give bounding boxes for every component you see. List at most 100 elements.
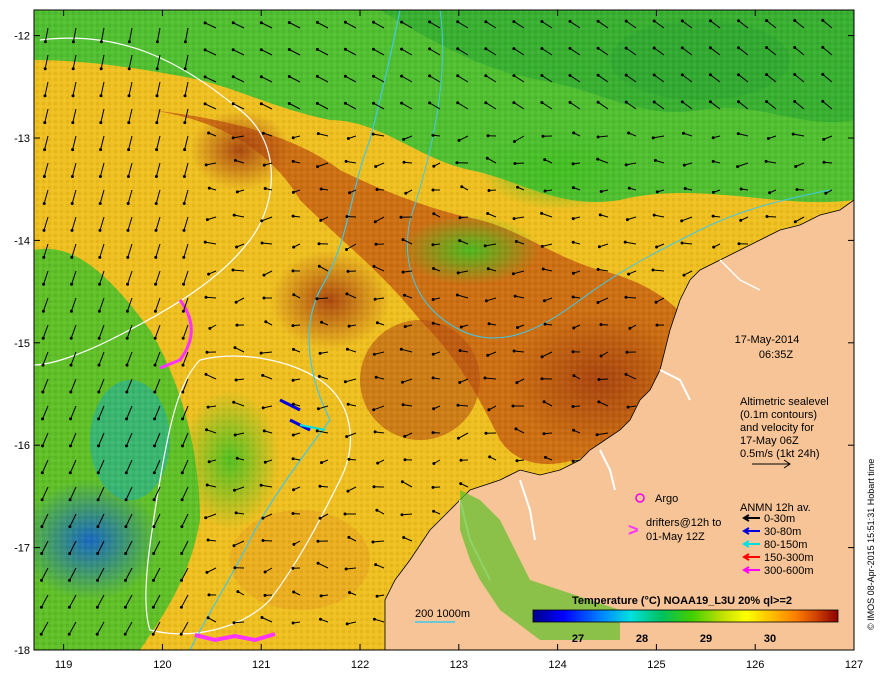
velocity-arrowhead bbox=[428, 47, 432, 51]
velocity-arrowhead bbox=[542, 400, 546, 404]
velocity-arrowhead bbox=[708, 19, 712, 23]
velocity-arrowhead bbox=[203, 75, 207, 79]
velocity-arrowhead bbox=[231, 136, 235, 140]
velocity-arrowhead bbox=[680, 219, 684, 223]
velocity-arrowhead bbox=[540, 74, 544, 77]
velocity-arrowhead bbox=[680, 46, 684, 50]
velocity-arrowhead bbox=[652, 100, 656, 104]
velocity-arrowhead bbox=[345, 215, 349, 218]
velocity-arrowhead bbox=[400, 47, 404, 51]
velocity-arrowhead bbox=[96, 498, 100, 502]
velocity-arrowhead bbox=[69, 390, 73, 394]
velocity-arrowhead bbox=[292, 590, 296, 594]
x-tick-label: 119 bbox=[55, 659, 73, 671]
velocity-arrowhead bbox=[737, 19, 740, 23]
velocity-arrowhead bbox=[287, 75, 291, 78]
velocity-arrowhead bbox=[152, 578, 155, 582]
velocity-arrowhead bbox=[373, 430, 377, 434]
velocity-arrowhead bbox=[153, 390, 157, 394]
velocity-arrowhead bbox=[624, 100, 628, 104]
velocity-arrowhead bbox=[653, 158, 657, 162]
colorbar-title: Temperature (°C) NOAA19_L3U 20% ql>=2 bbox=[572, 595, 792, 607]
x-tick-label: 121 bbox=[252, 659, 270, 671]
velocity-arrowhead bbox=[262, 273, 266, 277]
velocity-arrowhead bbox=[155, 67, 159, 71]
velocity-arrowhead bbox=[181, 417, 185, 421]
velocity-arrowhead bbox=[375, 594, 379, 598]
velocity-arrowhead bbox=[42, 175, 46, 178]
velocity-arrowhead bbox=[456, 403, 460, 407]
velocity-arrowhead bbox=[291, 512, 295, 515]
y-tick-label: -15 bbox=[14, 338, 30, 350]
velocity-arrowhead bbox=[203, 21, 207, 25]
velocity-arrowhead bbox=[568, 100, 572, 104]
velocity-arrowhead bbox=[207, 460, 211, 464]
velocity-arrowhead bbox=[43, 121, 47, 125]
velocity-arrowhead bbox=[487, 408, 491, 412]
velocity-arrowhead bbox=[399, 347, 403, 351]
velocity-arrowhead bbox=[98, 202, 102, 205]
velocity-arrowhead bbox=[402, 536, 406, 539]
velocity-arrowhead bbox=[459, 458, 463, 462]
velocity-arrowhead bbox=[571, 459, 575, 463]
colorbar-tick-label: 30 bbox=[764, 633, 776, 645]
velocity-arrowhead bbox=[233, 566, 237, 570]
drifters-line-1: drifters@12h to bbox=[646, 517, 721, 529]
velocity-arrowhead bbox=[428, 101, 432, 105]
velocity-arrowhead bbox=[708, 100, 712, 104]
velocity-arrowhead bbox=[571, 217, 575, 221]
velocity-arrowhead bbox=[205, 570, 209, 574]
velocity-arrowhead bbox=[291, 159, 295, 163]
velocity-arrowhead bbox=[403, 458, 407, 462]
velocity-arrowhead bbox=[627, 272, 631, 276]
sst-map: 119 120 121 122 123 124 125 126 127 -12 -13 -14 -15… bbox=[14, 9, 876, 671]
velocity-arrowhead bbox=[208, 326, 212, 330]
velocity-arrowhead bbox=[263, 460, 267, 464]
velocity-arrowhead bbox=[152, 471, 156, 475]
velocity-arrowhead bbox=[125, 417, 129, 421]
velocity-arrowhead bbox=[70, 202, 74, 205]
velocity-arrowhead bbox=[543, 158, 547, 162]
velocity-arrowhead bbox=[372, 101, 375, 105]
velocity-arrowhead bbox=[96, 578, 99, 582]
velocity-arrowhead bbox=[346, 137, 350, 140]
velocity-arrowhead bbox=[97, 444, 100, 448]
velocity-arrowhead bbox=[431, 188, 435, 192]
velocity-arrowhead bbox=[431, 485, 435, 489]
velocity-arrowhead bbox=[40, 552, 44, 555]
velocity-arrowhead bbox=[571, 350, 575, 354]
velocity-arrowhead bbox=[401, 270, 405, 274]
velocity-arrowhead bbox=[598, 213, 602, 217]
velocity-arrowhead bbox=[655, 245, 659, 249]
velocity-arrowhead bbox=[71, 148, 75, 152]
velocity-arrowhead bbox=[320, 461, 323, 465]
y-tick-label: -14 bbox=[14, 235, 30, 247]
velocity-arrowhead bbox=[487, 189, 491, 192]
velocity-arrowhead bbox=[180, 525, 184, 529]
velocity-arrowhead bbox=[259, 48, 263, 52]
velocity-arrowhead bbox=[182, 255, 186, 259]
velocity-arrowhead bbox=[400, 74, 404, 78]
velocity-arrowhead bbox=[596, 19, 600, 23]
velocity-arrowhead bbox=[737, 100, 740, 104]
velocity-arrowhead bbox=[572, 428, 576, 432]
velocity-arrowhead bbox=[183, 67, 187, 71]
velocity-arrowhead bbox=[793, 73, 797, 76]
velocity-arrowhead bbox=[292, 347, 295, 351]
velocity-arrowhead bbox=[571, 295, 575, 299]
argo-label: Argo bbox=[655, 493, 678, 505]
isobath-label: 200 1000m bbox=[415, 608, 470, 620]
anmn-label: 300-600m bbox=[764, 565, 814, 577]
velocity-arrowhead bbox=[206, 405, 210, 409]
x-tick-label: 123 bbox=[450, 659, 468, 671]
velocity-arrowhead bbox=[261, 406, 265, 410]
velocity-arrowhead bbox=[402, 160, 406, 164]
velocity-arrowhead bbox=[737, 46, 740, 50]
velocity-arrowhead bbox=[180, 498, 184, 502]
velocity-arrowhead bbox=[375, 321, 379, 325]
velocity-arrowhead bbox=[291, 621, 295, 625]
velocity-arrowhead bbox=[292, 245, 296, 249]
velocity-arrowhead bbox=[540, 211, 544, 215]
velocity-arrowhead bbox=[403, 293, 406, 297]
velocity-arrowhead bbox=[791, 132, 795, 136]
